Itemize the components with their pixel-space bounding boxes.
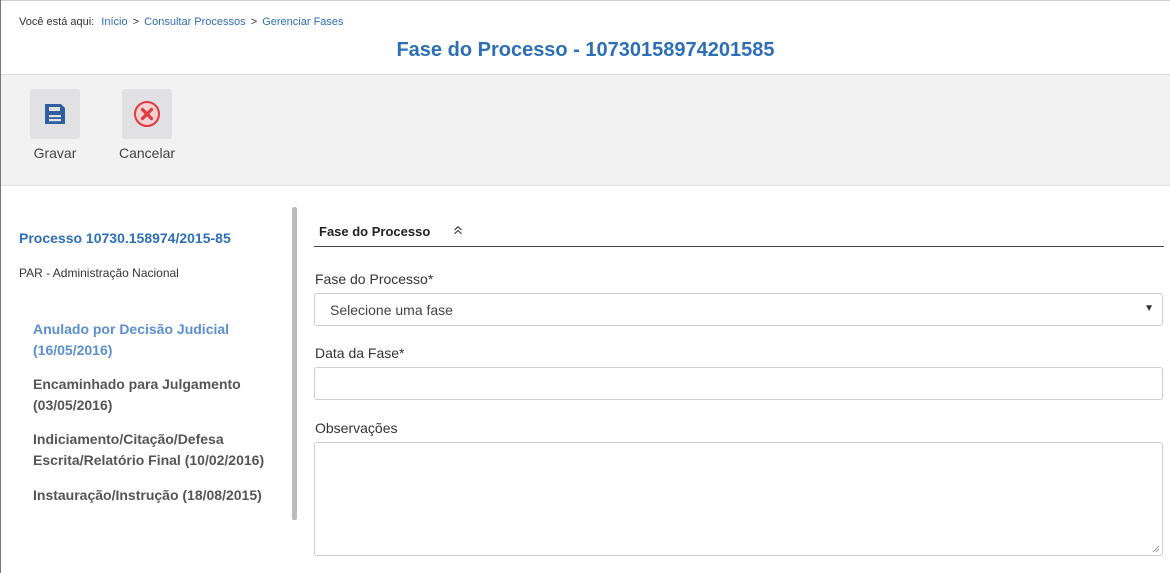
save-disk-icon	[30, 89, 80, 139]
process-sidebar: Processo 10730.158974/2015-85 PAR - Admi…	[1, 205, 291, 521]
cancel-button-label: Cancelar	[118, 145, 176, 161]
phase-item-anulado[interactable]: Anulado por Decisão Judicial (16/05/2016…	[33, 319, 283, 361]
phase-select-label: Fase do Processo*	[315, 271, 434, 287]
phase-form: Fase do Processo Fase do Processo* Selec…	[314, 205, 1164, 570]
save-button-label: Gravar	[33, 145, 77, 161]
phase-item-indiciamento[interactable]: Indiciamento/Citação/Defesa Escrita/Rela…	[33, 429, 283, 471]
toolbar: Gravar Cancelar	[1, 75, 1170, 186]
phase-select[interactable]: Selecione uma fase ▼	[314, 293, 1163, 326]
breadcrumb-prefix: Você está aqui:	[19, 16, 95, 28]
section-title: Fase do Processo	[319, 224, 431, 239]
breadcrumb: Você está aqui: Início > Consultar Proce…	[19, 16, 344, 28]
cancel-x-circle-icon	[122, 89, 172, 139]
phase-select-value: Selecione uma fase	[330, 302, 453, 318]
sidebar-divider	[292, 207, 297, 520]
resize-grip-icon[interactable]	[1152, 545, 1160, 553]
breadcrumb-link-inicio[interactable]: Início	[101, 16, 127, 28]
breadcrumb-separator: >	[132, 16, 140, 28]
double-chevron-up-icon[interactable]	[453, 224, 463, 238]
save-button[interactable]: Gravar	[25, 89, 85, 161]
date-field-label: Data da Fase*	[315, 345, 405, 361]
section-header: Fase do Processo	[314, 221, 1164, 247]
page-header: Você está aqui: Início > Consultar Proce…	[1, 0, 1170, 75]
process-title: Processo 10730.158974/2015-85	[19, 230, 231, 246]
cancel-button[interactable]: Cancelar	[112, 89, 182, 161]
breadcrumb-separator: >	[250, 16, 258, 28]
caret-down-icon: ▼	[1144, 303, 1154, 314]
breadcrumb-current: Gerenciar Fases	[262, 16, 344, 28]
notes-field-label: Observações	[315, 420, 398, 436]
phase-item-instauracao[interactable]: Instauração/Instrução (18/08/2015)	[33, 485, 283, 506]
date-field[interactable]	[314, 367, 1163, 400]
phase-item-encaminhado[interactable]: Encaminhado para Julgamento (03/05/2016)	[33, 374, 283, 416]
page-title: Fase do Processo - 10730158974201585	[396, 39, 775, 61]
process-subtitle: PAR - Administração Nacional	[19, 266, 179, 280]
breadcrumb-link-consultar-processos[interactable]: Consultar Processos	[144, 16, 246, 28]
notes-textarea[interactable]	[314, 442, 1163, 556]
